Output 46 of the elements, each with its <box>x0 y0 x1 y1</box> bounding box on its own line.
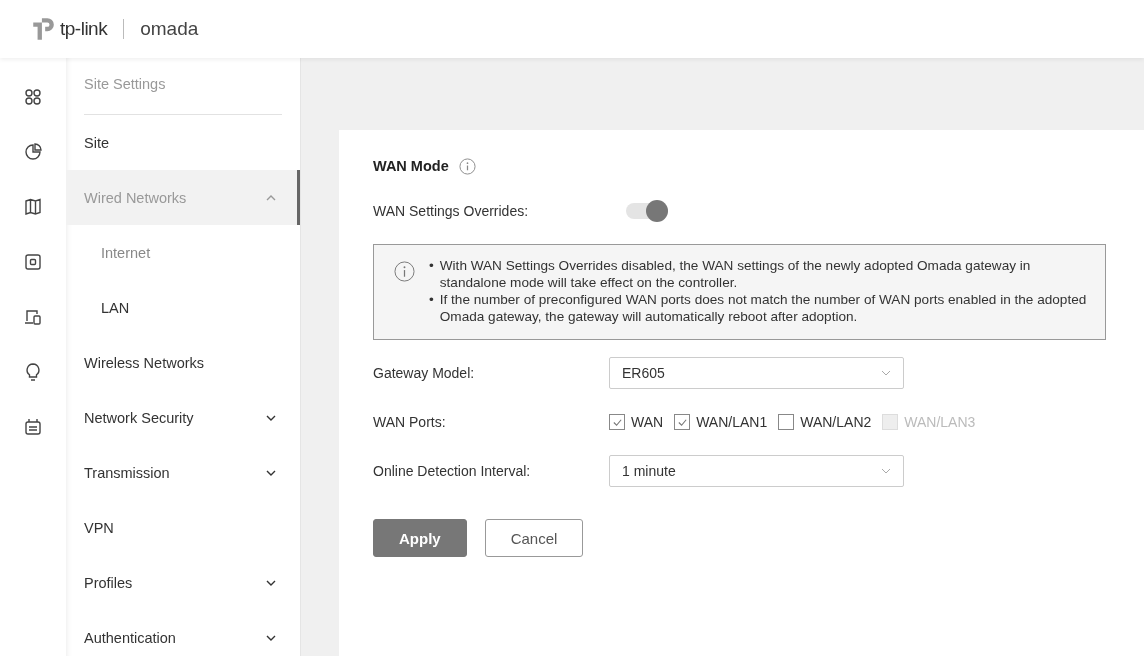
port-checkbox[interactable]: WAN/LAN2 <box>778 414 872 430</box>
field-label: WAN Ports: <box>373 414 447 430</box>
logo-icon <box>30 16 56 42</box>
notice-text: If the number of preconfigured WAN ports does not match the number of WAN ports enabled in the adopted Omada gateway, the gateway will automatically reboot after adoption. <box>439 291 1088 325</box>
port-checkbox[interactable]: WAN <box>609 414 664 430</box>
port-checkbox[interactable]: WAN/LAN1 <box>674 414 768 430</box>
chevron-icon <box>881 370 891 376</box>
device-icon[interactable] <box>23 252 43 272</box>
chevron-icon <box>266 469 276 476</box>
map-icon[interactable] <box>23 197 43 217</box>
bullet: • <box>429 291 434 309</box>
toggle-switch[interactable] <box>626 203 668 219</box>
sidebar-title: Site Settings <box>84 58 282 115</box>
chevron-icon <box>266 634 276 641</box>
sidebar-subitem[interactable]: LAN <box>66 280 300 335</box>
field-label: WAN Settings Overrides: <box>373 203 530 219</box>
brand-name: tp-link <box>60 18 108 40</box>
bullet: • <box>429 257 434 275</box>
chevron-icon <box>881 468 891 474</box>
dashboard-icon[interactable] <box>23 87 43 107</box>
info-icon <box>394 261 415 282</box>
sidebar-item[interactable]: Profiles <box>66 555 300 610</box>
cancel-button[interactable]: Cancel <box>484 519 584 557</box>
notice-text: With WAN Settings Overrides disabled, the WAN settings of the newly adopted Omada gateway in standalone mode will take effect on the controller. <box>439 257 1032 291</box>
chevron-icon <box>266 194 276 201</box>
sidebar-subitem[interactable]: Internet <box>66 225 300 280</box>
chevron-icon <box>266 414 276 421</box>
sidebar-item[interactable]: Site <box>66 115 300 170</box>
sidebar-item[interactable]: Transmission <box>66 445 300 500</box>
pie-chart-icon[interactable] <box>23 142 43 162</box>
laptop-icon[interactable] <box>23 307 43 327</box>
calendar-icon[interactable] <box>23 417 43 437</box>
chevron-icon <box>266 579 276 586</box>
field-label: Gateway Model: <box>373 365 476 381</box>
sidebar-item[interactable]: VPN <box>66 500 300 555</box>
product-name: omada <box>140 18 199 40</box>
sidebar-item[interactable]: Wireless Networks <box>66 335 300 390</box>
interval-dropdown[interactable]: 1 minute <box>609 455 904 487</box>
sidebar-item[interactable]: Network Security <box>66 390 300 445</box>
apply-button[interactable]: Apply <box>373 519 467 557</box>
lightbulb-icon[interactable] <box>23 362 43 382</box>
info-icon[interactable] <box>458 157 476 175</box>
sidebar-item[interactable]: Authentication <box>66 610 300 656</box>
model-dropdown[interactable]: ER605 <box>609 357 904 389</box>
section-title: WAN Mode <box>373 158 449 174</box>
field-label: Online Detection Interval: <box>373 463 532 479</box>
